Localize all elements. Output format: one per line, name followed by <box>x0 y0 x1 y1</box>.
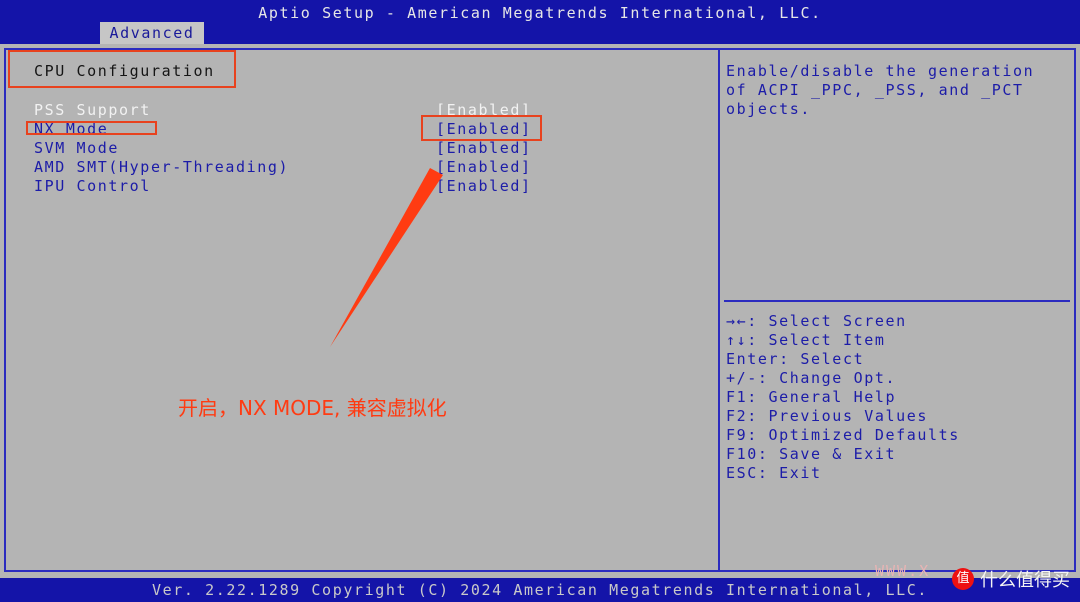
footer-bar: Ver. 2.22.1289 Copyright (C) 2024 Americ… <box>0 578 1080 602</box>
annotation-text: 开启，NX MODE, 兼容虚拟化 <box>178 396 447 420</box>
footer-copyright: Ver. 2.22.1289 Copyright (C) 2024 Americ… <box>151 581 929 599</box>
watermark-logo-icon: 值 <box>952 568 974 590</box>
watermark-brand: 什么值得买 <box>980 570 1070 591</box>
watermark-url: WWW.X <box>875 562 931 580</box>
annotation-arrow <box>330 168 443 347</box>
